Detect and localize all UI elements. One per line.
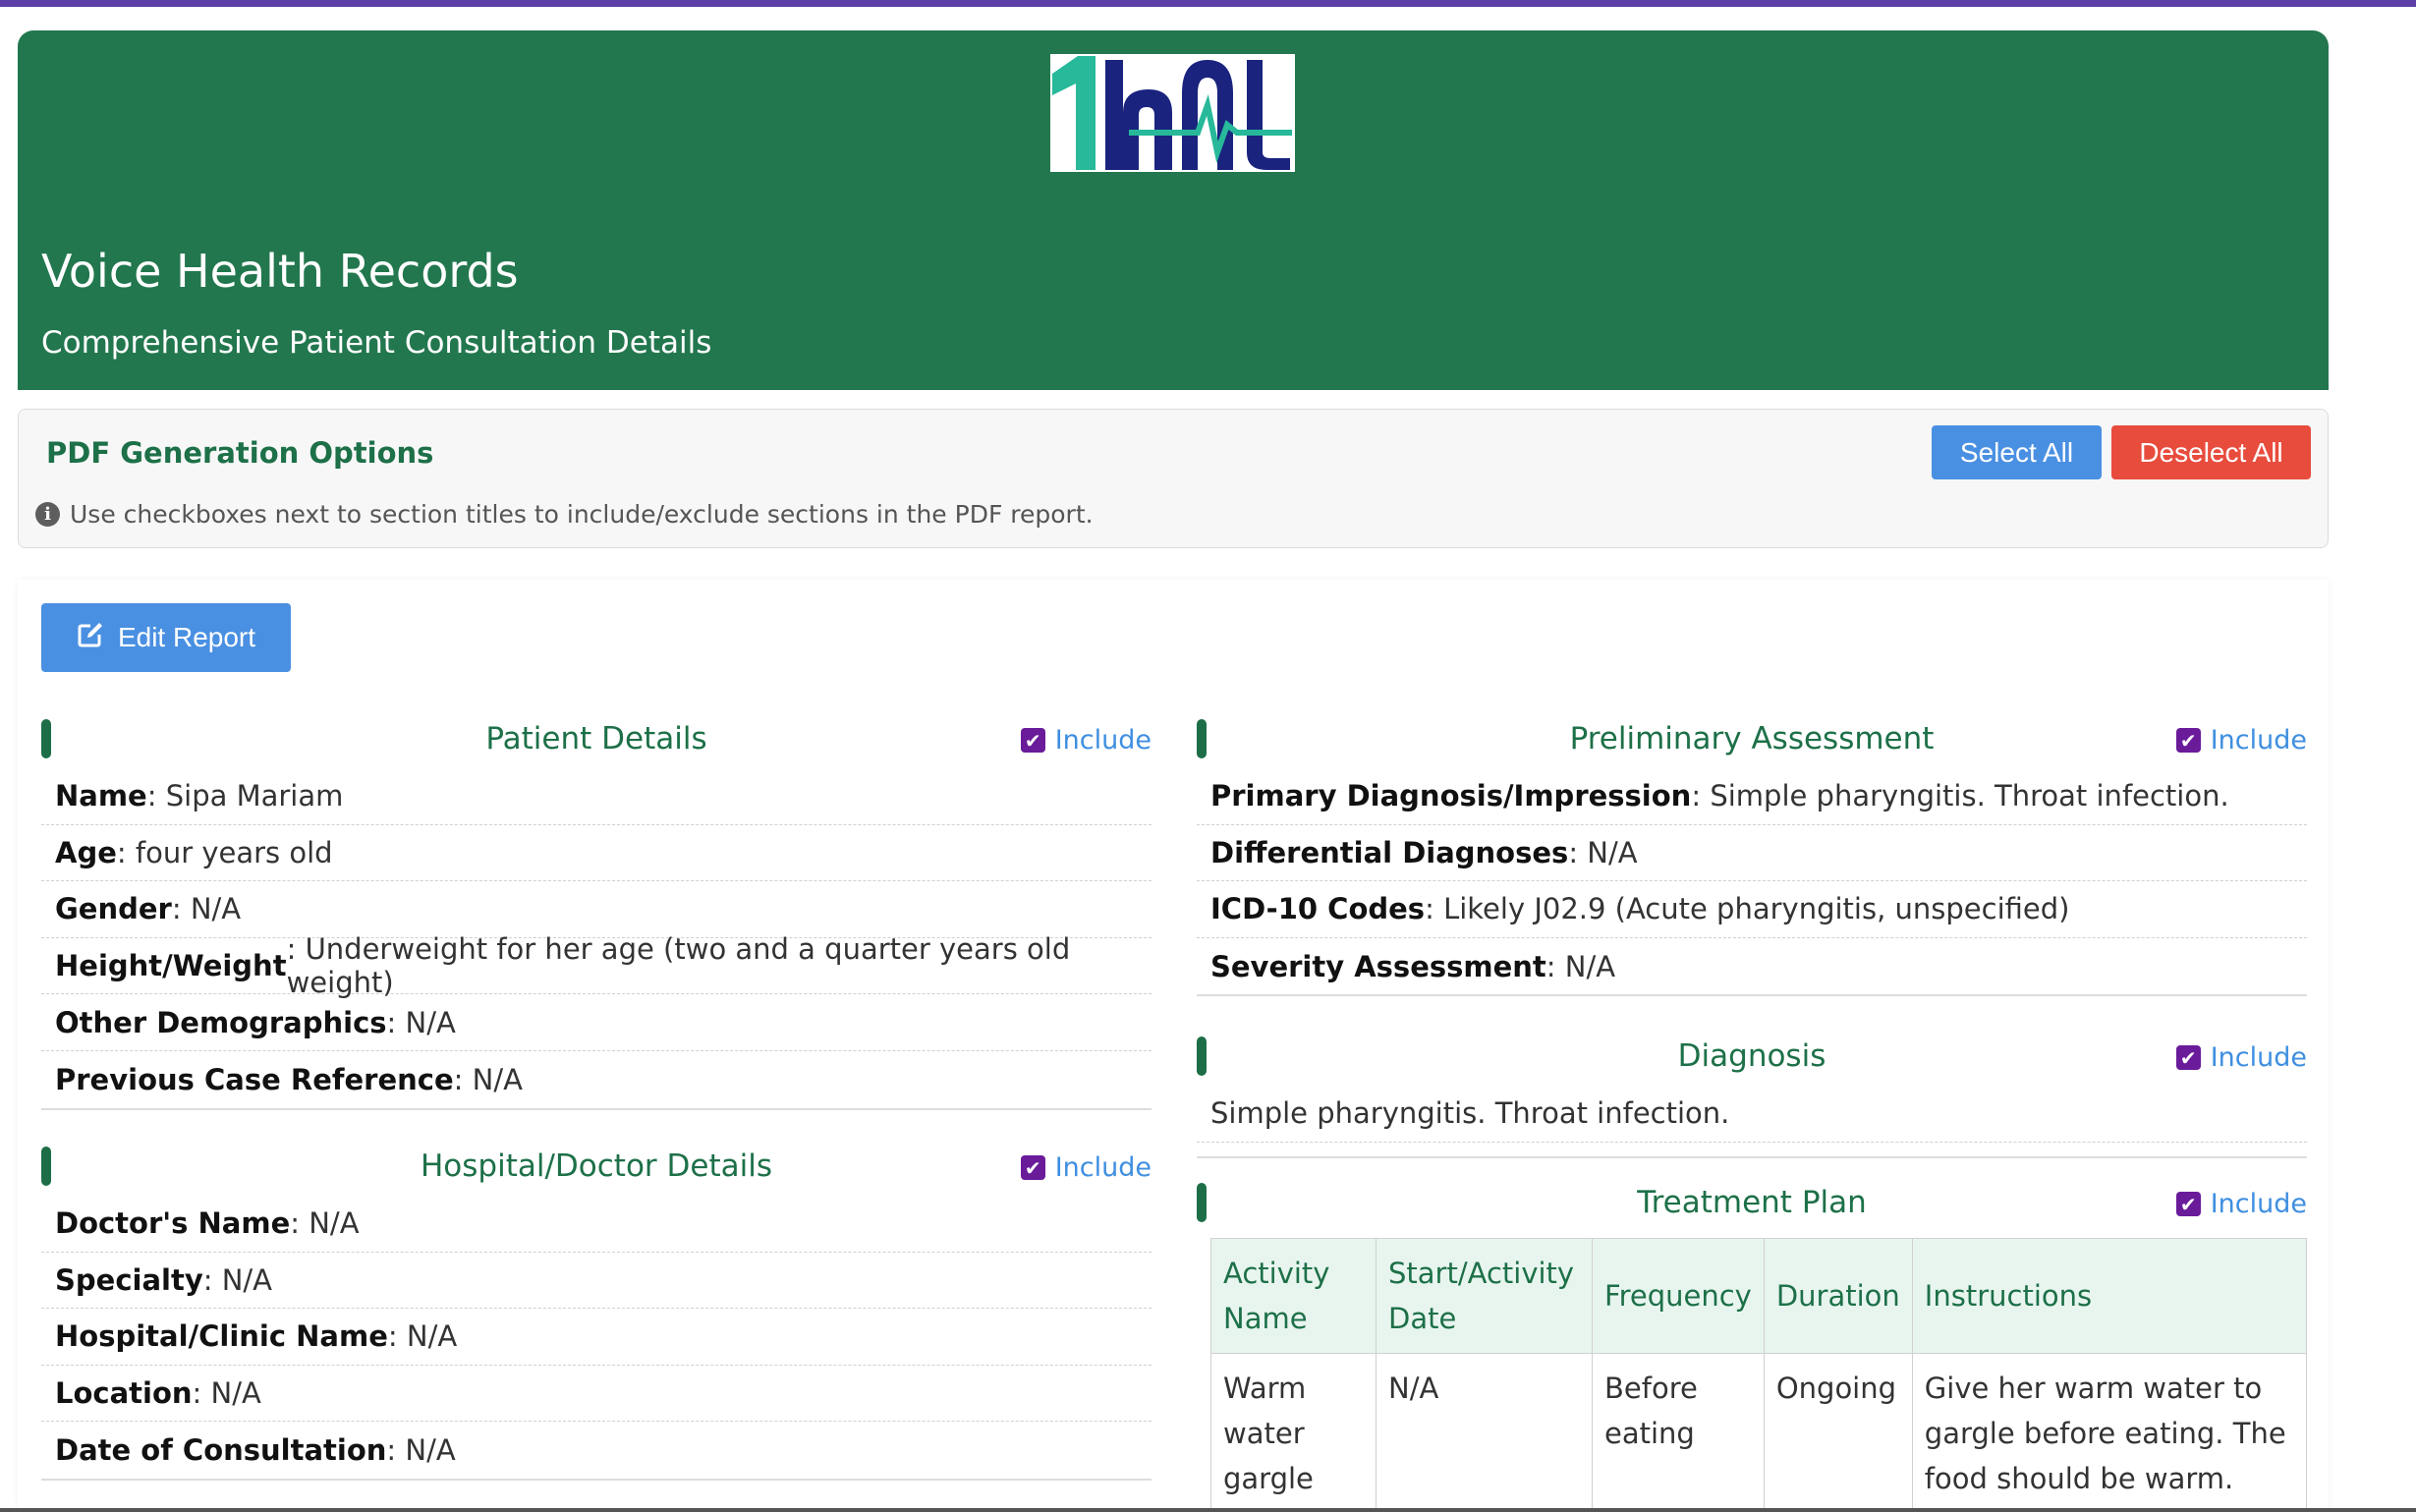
section-title: Patient Details xyxy=(485,721,707,756)
detail-row: Location: N/A xyxy=(41,1366,1152,1423)
table-header-row: Activity Name Start/Activity Date Freque… xyxy=(1210,1238,2308,1354)
detail-row: Specialty: N/A xyxy=(41,1253,1152,1310)
column-header: Activity Name xyxy=(1210,1238,1377,1354)
section-header: Patient Details ✔ Include xyxy=(41,709,1152,768)
table-cell: Give her warm water to gargle before eat… xyxy=(1911,1353,2308,1512)
detail-row: Age: four years old xyxy=(41,825,1152,882)
include-toggle-patient-details[interactable]: ✔ Include xyxy=(1020,725,1152,756)
detail-row: Other Demographics: N/A xyxy=(41,994,1152,1051)
include-label: Include xyxy=(1054,1152,1152,1183)
table-cell: Warm water gargle xyxy=(1210,1353,1377,1512)
section-header: Treatment Plan ✔ Include xyxy=(1197,1173,2307,1232)
detail-row: Doctor's Name: N/A xyxy=(41,1196,1152,1253)
pdf-options-hint: i Use checkboxes next to section titles … xyxy=(35,500,1094,529)
detail-row: Hospital/Clinic Name: N/A xyxy=(41,1309,1152,1366)
hospital-details-section: Hospital/Doctor Details ✔ Include Doctor… xyxy=(41,1137,1152,1481)
detail-row: Differential Diagnoses: N/A xyxy=(1197,825,2307,882)
detail-row: Date of Consultation: N/A xyxy=(55,1433,456,1468)
include-label: Include xyxy=(1054,725,1152,756)
select-all-button[interactable]: Select All xyxy=(1932,425,2102,479)
edit-report-label: Edit Report xyxy=(117,622,256,652)
section-header: Hospital/Doctor Details ✔ Include xyxy=(41,1137,1152,1196)
include-toggle-hospital-details[interactable]: ✔ Include xyxy=(1020,1152,1152,1183)
include-toggle-diagnosis[interactable]: ✔ Include xyxy=(2175,1042,2307,1073)
section-title: Hospital/Doctor Details xyxy=(421,1148,772,1184)
section-title: Preliminary Assessment xyxy=(1569,721,1935,756)
checkbox-checked-icon[interactable]: ✔ xyxy=(2175,728,2201,753)
patient-details-section: Patient Details ✔ Include Name: Sipa Mar… xyxy=(41,709,1152,1110)
detail-row: Primary Diagnosis/Impression: Simple pha… xyxy=(1197,768,2307,825)
section-title: Treatment Plan xyxy=(1637,1185,1867,1220)
column-header: Start/Activity Date xyxy=(1376,1238,1593,1354)
include-toggle-preliminary-assessment[interactable]: ✔ Include xyxy=(2175,725,2307,756)
include-label: Include xyxy=(2210,1189,2307,1219)
top-accent-bar xyxy=(0,0,2416,7)
table-cell: Before eating xyxy=(1592,1353,1765,1512)
checkbox-checked-icon[interactable]: ✔ xyxy=(1020,728,1045,753)
preliminary-assessment-section: Preliminary Assessment ✔ Include Primary… xyxy=(1197,709,2307,997)
deselect-all-button[interactable]: Deselect All xyxy=(2111,425,2311,479)
section-title: Diagnosis xyxy=(1677,1038,1826,1074)
info-circle-icon: i xyxy=(35,502,60,527)
detail-row: Height/Weight: Underweight for her age (… xyxy=(41,932,1152,999)
section-header: Preliminary Assessment ✔ Include xyxy=(1197,709,2307,768)
diagnosis-section: Diagnosis ✔ Include Simple pharyngitis. … xyxy=(1197,1027,2307,1158)
detail-row: ICD-10 Codes: Likely J02.9 (Acute pharyn… xyxy=(1197,881,2307,938)
detail-row: Gender: N/A xyxy=(41,881,1152,938)
include-label: Include xyxy=(2210,725,2307,756)
treatment-plan-table: Activity Name Start/Activity Date Freque… xyxy=(1210,1238,2308,1512)
pdf-options-panel: PDF Generation Options i Use checkboxes … xyxy=(18,409,2329,548)
page-subtitle: Comprehensive Patient Consultation Detai… xyxy=(41,325,712,361)
edit-icon xyxy=(77,621,104,655)
treatment-plan-section: Treatment Plan ✔ Include Activity Name S… xyxy=(1197,1173,2308,1512)
detail-row: Severity Assessment: N/A xyxy=(1210,949,1616,983)
detail-row: Name: Sipa Mariam xyxy=(41,768,1152,825)
checkbox-checked-icon[interactable]: ✔ xyxy=(2175,1045,2201,1070)
column-header: Duration xyxy=(1763,1238,1913,1354)
pdf-options-hint-text: Use checkboxes next to section titles to… xyxy=(70,500,1094,529)
edit-report-button[interactable]: Edit Report xyxy=(41,603,291,672)
checkbox-checked-icon[interactable]: ✔ xyxy=(1020,1155,1045,1180)
window-bottom-edge xyxy=(0,1508,2416,1512)
column-header: Instructions xyxy=(1911,1238,2308,1354)
report-content: Edit Report Patient Details ✔ Include Na… xyxy=(18,580,2329,1512)
include-label: Include xyxy=(2210,1042,2307,1073)
include-toggle-treatment-plan[interactable]: ✔ Include xyxy=(2175,1189,2307,1219)
detail-row: Previous Case Reference: N/A xyxy=(55,1062,523,1096)
page-title: Voice Health Records xyxy=(41,245,519,298)
page-header: Voice Health Records Comprehensive Patie… xyxy=(18,30,2329,390)
app-logo xyxy=(1050,54,1295,172)
pdf-options-title: PDF Generation Options xyxy=(46,436,434,470)
table-cell: Ongoing xyxy=(1763,1353,1913,1512)
column-header: Frequency xyxy=(1592,1238,1765,1354)
diagnosis-text: Simple pharyngitis. Throat infection. xyxy=(1197,1086,2307,1143)
table-row: Warm water gargle N/A Before eating Ongo… xyxy=(1210,1353,2308,1512)
table-cell: N/A xyxy=(1376,1353,1593,1512)
checkbox-checked-icon[interactable]: ✔ xyxy=(2175,1192,2201,1216)
section-header: Diagnosis ✔ Include xyxy=(1197,1027,2307,1086)
